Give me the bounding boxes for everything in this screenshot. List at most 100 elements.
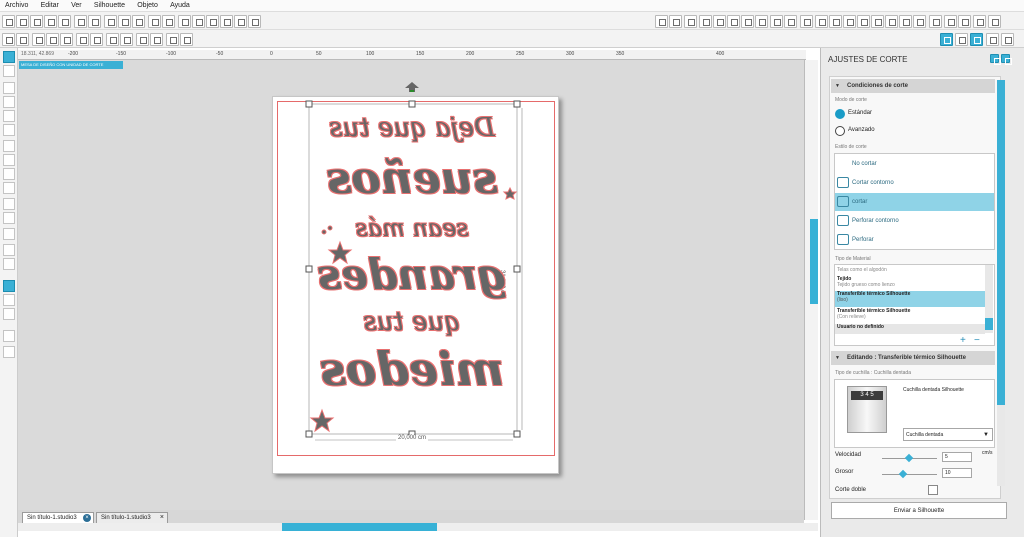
record-icon[interactable] [955,33,968,46]
open-icon[interactable] [16,15,29,28]
menu-editar[interactable]: Editar [36,1,64,10]
refresh-icon[interactable] [1001,33,1014,46]
print-cut-icon[interactable] [88,15,101,28]
page-up-arrow-icon[interactable] [405,82,419,92]
remove-material-icon[interactable]: − [974,336,980,346]
send-to-silhouette-button[interactable]: Enviar a Silhouette [831,502,1007,519]
horizontal-scrollbar-thumb[interactable] [282,523,437,531]
material-scrollbar-thumb[interactable] [985,318,993,330]
panel-scrollbar-thumb[interactable] [997,80,1005,405]
vertical-scrollbar-thumb[interactable] [810,219,818,304]
rounded-rect-tool-icon[interactable] [3,110,15,122]
zoom-out-icon[interactable] [206,15,219,28]
material-item[interactable]: Usuario no definido [835,324,985,334]
menu-ver[interactable]: Ver [66,1,87,10]
align-icon[interactable] [815,15,828,28]
zoom-select-icon[interactable] [220,15,233,28]
weld-alt-icon[interactable] [150,33,163,46]
copy-icon[interactable] [104,15,117,28]
menu-objeto[interactable]: Objeto [132,1,163,10]
ellipse-tool-icon[interactable] [3,124,15,136]
trace-icon[interactable] [885,15,898,28]
knife-icon[interactable] [899,15,912,28]
panel-send-icon[interactable] [986,33,999,46]
compound-path-icon[interactable] [60,33,73,46]
material-item[interactable]: Telas como el algodón [835,267,985,273]
menu-archivo[interactable]: Archivo [0,1,33,10]
eraser-tool-icon[interactable] [3,244,15,256]
deselect-icon[interactable] [16,33,29,46]
color-icon[interactable] [755,15,768,28]
polyline-tool-icon[interactable] [3,212,15,224]
panel-cut-icon[interactable] [970,33,983,46]
edit-points-icon[interactable] [166,33,179,46]
material-item[interactable]: Tejido Tejido grueso como lienzo [835,276,985,290]
polygon-tool-icon[interactable] [3,140,15,152]
line-tool-icon[interactable] [3,82,15,94]
speed-input[interactable]: 5 [942,452,972,462]
double-cut-checkbox[interactable] [928,485,938,495]
hexagon-icon[interactable] [713,15,726,28]
text-style-icon[interactable] [800,15,813,28]
save-as-icon[interactable] [58,15,71,28]
fit-page-icon[interactable] [248,15,261,28]
ungroup-icon[interactable] [46,33,59,46]
pan-icon[interactable] [178,15,191,28]
zoom-drag-icon[interactable] [234,15,247,28]
store-icon[interactable] [944,15,957,28]
cut-icon[interactable] [132,15,145,28]
style-perforate[interactable]: Perforar [835,231,994,249]
select-tool-icon[interactable] [3,51,15,63]
curve-tool-icon[interactable] [3,154,15,166]
smooth-tool-icon[interactable] [3,198,15,210]
panel-left-alt-icon[interactable] [3,346,15,358]
menu-ayuda[interactable]: Ayuda [165,1,195,10]
star-icon[interactable] [727,15,740,28]
material-item[interactable]: Transferible térmico Silhouette (Con reli… [835,308,985,322]
text-tool-icon[interactable] [3,228,15,240]
style-perforate-edge[interactable]: Perforar contorno [835,212,994,230]
add-material-icon[interactable]: + [960,336,966,346]
mode-advanced-radio[interactable] [835,126,845,136]
pentagon-icon[interactable] [699,15,712,28]
layers-icon[interactable] [913,15,926,28]
edit-points-tool-icon[interactable] [3,65,15,77]
material-item-selected[interactable]: Transferible térmico Silhouette (liso) [835,291,985,307]
page-setup-icon[interactable] [684,15,697,28]
duplicate-icon[interactable] [76,33,89,46]
grid-icon[interactable] [669,15,682,28]
cut-conditions-header[interactable]: Condiciones de corte [831,79,995,93]
delete-icon[interactable] [90,33,103,46]
document-tab[interactable]: Sin título-1.studio3 × [96,512,168,523]
select-all-icon[interactable] [2,33,15,46]
library-icon[interactable] [929,15,942,28]
send-icon[interactable] [973,15,986,28]
offset-icon[interactable] [871,15,884,28]
paste-icon[interactable] [118,15,131,28]
new-document-icon[interactable] [2,15,15,28]
style-cut[interactable]: cortar [835,193,994,211]
bring-front-icon[interactable] [106,33,119,46]
freehand-tool-icon[interactable] [3,182,15,194]
cut-settings-icon[interactable] [988,15,1001,28]
panel-toggle-icon[interactable] [940,33,953,46]
undo-icon[interactable] [148,15,161,28]
transform-icon[interactable] [857,15,870,28]
settings-icon[interactable] [958,15,971,28]
menu-silhouette[interactable]: Silhouette [89,1,130,10]
weld-icon[interactable] [136,33,149,46]
editing-header[interactable]: Editando : Transferible térmico Silhouet… [831,351,995,365]
redo-icon[interactable] [162,15,175,28]
shape-icon[interactable] [655,15,668,28]
group-icon[interactable] [32,33,45,46]
thickness-slider[interactable] [882,474,937,475]
close-tab-icon[interactable]: × [83,514,91,522]
panel-down-icon[interactable] [1001,54,1012,65]
cut-mode-icon[interactable] [180,33,193,46]
style-cut-edge[interactable]: Cortar contorno [835,174,994,192]
panel-up-icon[interactable] [990,54,1001,65]
view-cut-icon[interactable] [3,280,15,292]
view-print-icon[interactable] [3,294,15,306]
print-icon[interactable] [74,15,87,28]
line-style-icon[interactable] [770,15,783,28]
